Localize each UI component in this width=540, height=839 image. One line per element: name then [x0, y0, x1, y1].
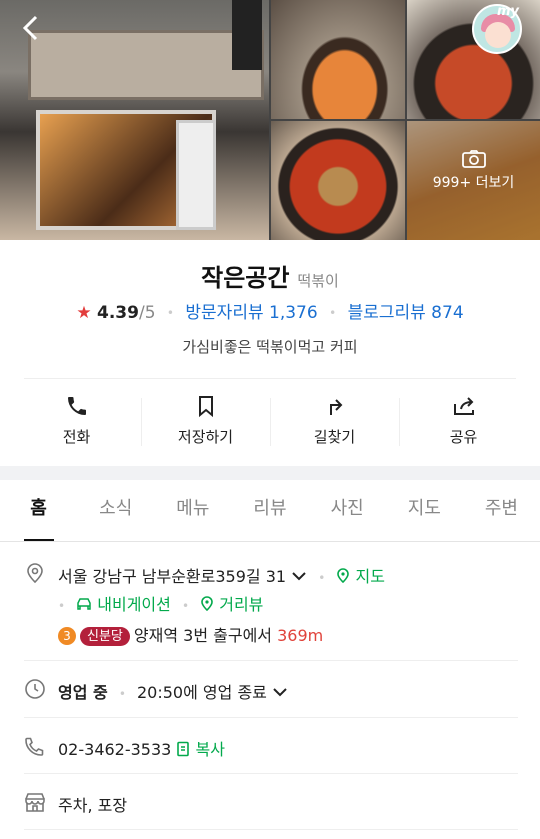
- my-label: my: [497, 4, 520, 19]
- share-label: 공유: [449, 428, 478, 446]
- place-category: 떡볶이: [297, 272, 339, 290]
- phone-icon: [25, 737, 44, 756]
- tab-nearby[interactable]: 주변: [463, 480, 540, 541]
- map-pin-icon: [337, 568, 350, 584]
- food-photo[interactable]: [271, 121, 405, 240]
- action-bar: 전화 저장하기 길찾기 공유: [12, 390, 528, 450]
- closing-time: 20:50에 영업 종료: [137, 683, 267, 702]
- open-status: 영업 중: [58, 683, 108, 702]
- rating-summary: ★ 4.39/5 • 방문자리뷰 1,376 • 블로그리뷰 874: [76, 303, 464, 323]
- exit-text: 3번 출구에서: [183, 626, 273, 645]
- tab-bar: 홈 소식 메뉴 리뷰 사진 지도 주변: [0, 480, 540, 542]
- visitor-reviews-link[interactable]: 방문자리뷰 1,376: [185, 303, 317, 323]
- blog-reviews-link[interactable]: 블로그리뷰 874: [348, 303, 464, 323]
- save-label: 저장하기: [177, 428, 234, 446]
- back-button[interactable]: [14, 10, 50, 46]
- share-icon: [453, 397, 474, 415]
- place-description: 가심비좋은 떡볶이먹고 커피: [182, 338, 358, 356]
- map-link[interactable]: 지도: [336, 567, 385, 586]
- store-icon: [25, 793, 45, 812]
- navigation-label: 내비게이션: [97, 595, 171, 614]
- amenities-text: 주차, 포장: [58, 796, 128, 815]
- share-button[interactable]: 공유: [399, 390, 528, 450]
- tab-map[interactable]: 지도: [386, 480, 463, 541]
- clock-icon: [25, 679, 45, 699]
- rating-value: 4.39: [97, 303, 139, 323]
- star-icon: ★: [76, 303, 92, 323]
- tab-menu[interactable]: 메뉴: [154, 480, 231, 541]
- copy-label: 복사: [195, 740, 225, 759]
- directions-icon: [329, 399, 342, 415]
- phone-icon: [67, 397, 86, 415]
- avatar: [485, 22, 511, 48]
- tab-reviews[interactable]: 리뷰: [231, 480, 308, 541]
- directions-button[interactable]: 길찾기: [270, 390, 399, 450]
- subway-line-number-badge: 3: [58, 627, 76, 645]
- map-pin-icon: [201, 596, 213, 612]
- subway-line-badge: 신분당: [80, 627, 130, 646]
- distance: 369m: [277, 626, 324, 645]
- navigation-link[interactable]: 내비게이션: [76, 595, 171, 614]
- tab-photos[interactable]: 사진: [309, 480, 386, 541]
- copy-button[interactable]: 복사: [176, 740, 225, 759]
- tab-news[interactable]: 소식: [77, 480, 154, 541]
- chevron-left-icon: [22, 15, 38, 41]
- call-label: 전화: [62, 428, 91, 446]
- streetview-label: 거리뷰: [219, 595, 264, 614]
- more-photos-label: 999+ 더보기: [432, 175, 515, 191]
- call-button[interactable]: 전화: [12, 390, 141, 450]
- rating-max: /5: [138, 303, 156, 323]
- address-text[interactable]: 서울 강남구 남부순환로359길 31: [58, 567, 286, 586]
- more-photos-button[interactable]: 999+ 더보기: [407, 150, 540, 192]
- phone-section: 02-3462-3533 복사: [24, 734, 518, 760]
- station-name: 양재역: [133, 626, 179, 645]
- save-button[interactable]: 저장하기: [141, 390, 270, 450]
- hours-section[interactable]: 영업 중 • 20:50에 영업 종료: [24, 677, 518, 703]
- chevron-down-icon[interactable]: [272, 686, 288, 698]
- copy-icon: [177, 741, 190, 757]
- phone-number[interactable]: 02-3462-3533: [58, 740, 171, 759]
- tab-home[interactable]: 홈: [0, 480, 77, 541]
- amenities-section: 주차, 포장: [24, 790, 518, 816]
- food-photo[interactable]: [271, 0, 405, 119]
- chevron-down-icon[interactable]: [291, 570, 307, 582]
- car-icon: [77, 598, 91, 610]
- place-name: 작은공간: [201, 264, 290, 292]
- directions-label: 길찾기: [313, 428, 356, 446]
- bookmark-icon: [198, 396, 213, 418]
- photo-grid[interactable]: 999+ 더보기: [0, 0, 540, 240]
- location-pin-icon: [27, 563, 43, 584]
- map-link-label: 지도: [355, 567, 385, 586]
- address-section: 서울 강남구 남부순환로359길 31 • 지도 • 내비게이션 • 거리뷰 3…: [24, 562, 518, 652]
- camera-icon: [461, 150, 486, 168]
- streetview-link[interactable]: 거리뷰: [200, 595, 263, 614]
